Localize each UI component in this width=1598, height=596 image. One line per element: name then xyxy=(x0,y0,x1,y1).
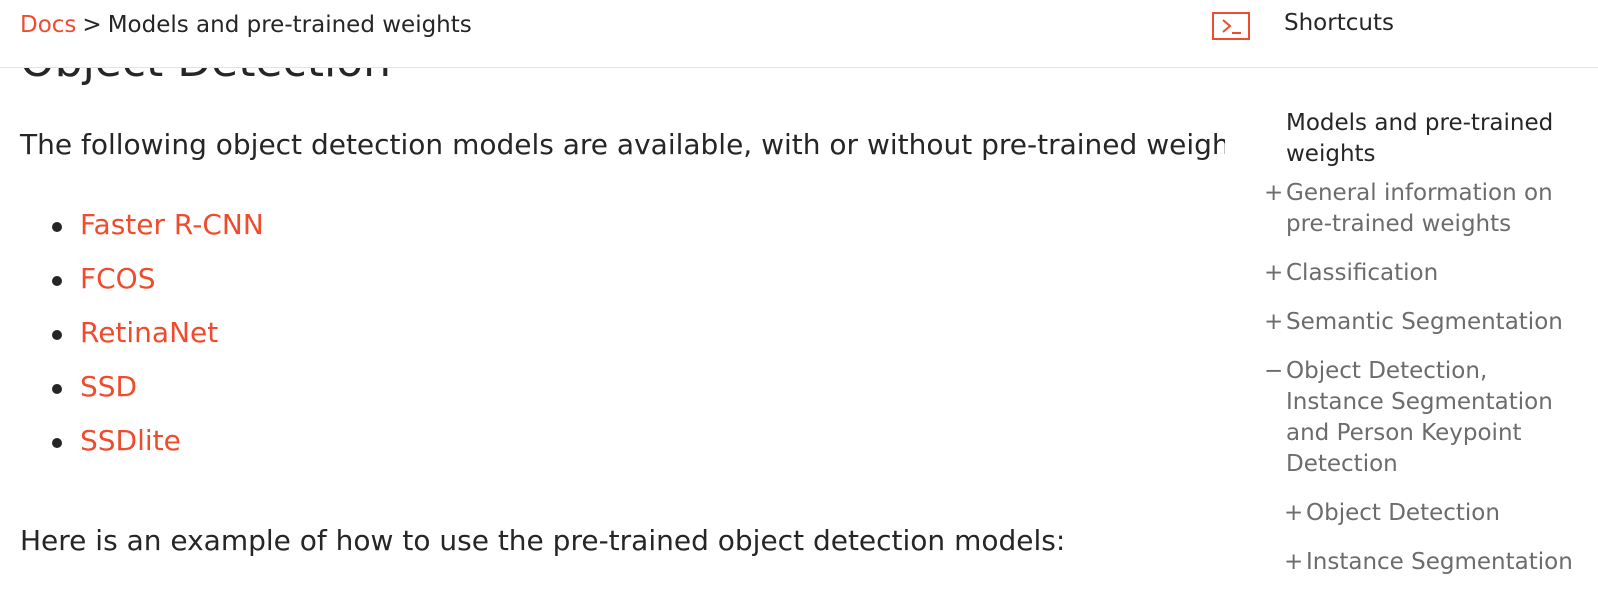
list-item: SSDlite xyxy=(0,424,264,478)
expand-icon[interactable]: + xyxy=(1284,547,1303,578)
expand-icon[interactable]: + xyxy=(1284,498,1303,529)
toc-item-label[interactable]: Semantic Segmentation xyxy=(1286,309,1563,335)
example-paragraph: Here is an example of how to use the pre… xyxy=(20,524,1066,557)
list-item: FCOS xyxy=(0,262,264,316)
toc-item-label[interactable]: Classification xyxy=(1286,260,1438,286)
toc-item-label[interactable]: General information on pre-trained weigh… xyxy=(1286,180,1553,237)
expand-icon[interactable]: + xyxy=(1264,178,1283,209)
model-link-ssdlite[interactable]: SSDlite xyxy=(80,424,181,457)
toc-item-general-information[interactable]: + General information on pre-trained wei… xyxy=(1258,178,1588,240)
bullet-icon xyxy=(52,438,62,448)
toc-title[interactable]: Models and pre-trained weights xyxy=(1286,108,1588,170)
bullet-icon xyxy=(52,384,62,394)
breadcrumb-separator: > xyxy=(82,12,102,38)
top-bar: Docs > Models and pre-trained weights Shor… xyxy=(0,0,1598,68)
breadcrumb: Docs > Models and pre-trained weights xyxy=(20,12,472,38)
list-item: SSD xyxy=(0,370,264,424)
shortcuts-label[interactable]: Shortcuts xyxy=(1284,10,1394,36)
model-link-retinanet[interactable]: RetinaNet xyxy=(80,316,218,349)
breadcrumb-docs-link[interactable]: Docs xyxy=(20,12,76,38)
model-link-faster-rcnn[interactable]: Faster R-CNN xyxy=(80,208,264,241)
bullet-icon xyxy=(52,330,62,340)
main-content: Object Detection The following object de… xyxy=(0,0,1225,584)
toc-subitem-label[interactable]: Instance Segmentation xyxy=(1306,549,1573,575)
intro-paragraph: The following object detection models ar… xyxy=(20,128,1225,161)
toc-subitem-instance-segmentation[interactable]: + Instance Segmentation xyxy=(1258,547,1588,578)
toc-subitem-label[interactable]: Object Detection xyxy=(1306,500,1500,526)
collapse-icon[interactable]: − xyxy=(1264,356,1283,387)
toc-item-classification[interactable]: + Classification xyxy=(1258,258,1588,289)
table-of-contents: Models and pre-trained weights + General… xyxy=(1258,108,1588,596)
toc-item-semantic-segmentation[interactable]: + Semantic Segmentation xyxy=(1258,307,1588,338)
toc-item-label[interactable]: Object Detection, Instance Segmentation … xyxy=(1286,358,1553,477)
model-list: Faster R-CNN FCOS RetinaNet SSD SSDlite xyxy=(0,208,264,478)
model-link-ssd[interactable]: SSD xyxy=(80,370,137,403)
model-link-fcos[interactable]: FCOS xyxy=(80,262,155,295)
terminal-icon[interactable] xyxy=(1212,12,1250,40)
expand-icon[interactable]: + xyxy=(1264,307,1283,338)
expand-icon[interactable]: + xyxy=(1264,258,1283,289)
toc-subitem-object-detection[interactable]: + Object Detection xyxy=(1258,498,1588,529)
toc-item-object-detection-group[interactable]: − Object Detection, Instance Segmentatio… xyxy=(1258,356,1588,480)
list-item: Faster R-CNN xyxy=(0,208,264,262)
bullet-icon xyxy=(52,222,62,232)
bullet-icon xyxy=(52,276,62,286)
breadcrumb-current: Models and pre-trained weights xyxy=(107,12,472,38)
list-item: RetinaNet xyxy=(0,316,264,370)
